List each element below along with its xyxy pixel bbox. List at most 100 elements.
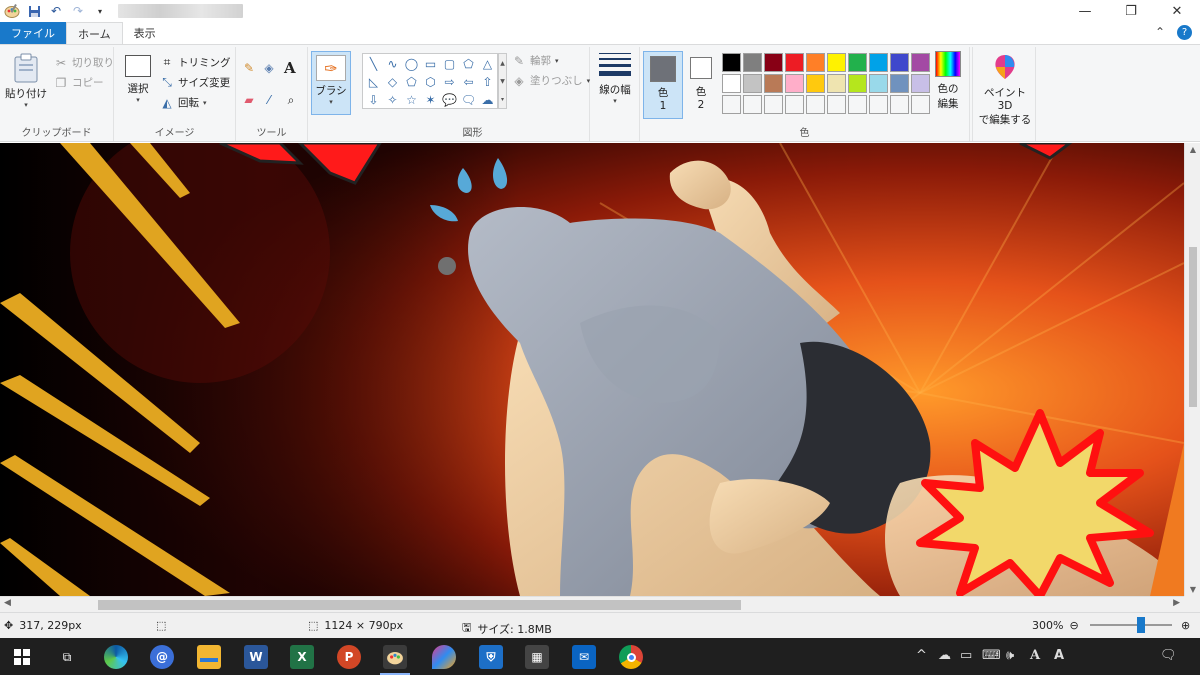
- shape-option[interactable]: 💬: [440, 91, 459, 109]
- edge-icon[interactable]: [104, 645, 128, 669]
- shape-option[interactable]: ✶: [421, 91, 440, 109]
- shape-option[interactable]: ⇧: [478, 73, 497, 91]
- shape-option[interactable]: ☆: [402, 91, 421, 109]
- fill-tool[interactable]: ◈: [262, 61, 276, 75]
- defender-icon[interactable]: ⛨: [479, 645, 503, 669]
- word-icon[interactable]: W: [244, 645, 268, 669]
- excel-icon[interactable]: X: [290, 645, 314, 669]
- volume-icon[interactable]: 🕪: [1006, 648, 1014, 663]
- shape-option[interactable]: ◺: [364, 73, 383, 91]
- shape-option[interactable]: ✧: [383, 91, 402, 109]
- zoom-out-icon[interactable]: ⊖: [1069, 619, 1078, 632]
- ribbon-tabs: ファイル ホーム 表示 ⌃ ?: [0, 22, 1200, 44]
- adobe-icon[interactable]: A: [1054, 648, 1064, 663]
- cut-button[interactable]: ✂ 切り取り: [54, 55, 114, 70]
- mail-menu-icon[interactable]: @: [150, 645, 174, 669]
- file-explorer-icon[interactable]: [197, 645, 221, 669]
- shape-option[interactable]: ∿: [383, 55, 402, 73]
- shape-option[interactable]: △: [478, 55, 497, 73]
- line-width-dropdown-icon: ▾: [613, 97, 617, 105]
- fill-label: 塗りつぶし: [530, 75, 583, 87]
- horizontal-scrollbar[interactable]: ◀ ▶: [0, 596, 1184, 612]
- tab-home[interactable]: ホーム: [66, 22, 123, 44]
- scroll-left-icon[interactable]: ◀: [4, 598, 11, 608]
- shape-option[interactable]: ⇦: [459, 73, 478, 91]
- copy-button[interactable]: ❐ コピー: [54, 75, 104, 90]
- chrome-icon[interactable]: [619, 645, 643, 669]
- text-tool[interactable]: A: [284, 59, 296, 77]
- paste-button[interactable]: 貼り付け ▾: [4, 53, 48, 109]
- shape-option[interactable]: ⬠: [402, 73, 421, 91]
- windows-start-icon[interactable]: [10, 645, 34, 669]
- outline-button[interactable]: ✎ 輪郭 ▾: [512, 53, 559, 68]
- network-icon[interactable]: ⌨: [982, 648, 1001, 663]
- onedrive-icon[interactable]: ☁: [938, 648, 951, 663]
- battery-icon[interactable]: ▭: [960, 648, 972, 663]
- line-width-button[interactable]: 線の幅 ▾: [594, 53, 636, 105]
- shape-option[interactable]: ▭: [421, 55, 440, 73]
- brushes-button[interactable]: ✑ ブラシ ▾: [311, 51, 351, 115]
- drawing-canvas[interactable]: [0, 143, 1184, 596]
- minimize-button[interactable]: —: [1062, 0, 1108, 22]
- notification-icon[interactable]: 🗨: [1160, 648, 1177, 663]
- redo-icon[interactable]: ↷: [70, 3, 86, 19]
- shape-option[interactable]: ☁: [478, 91, 497, 109]
- shape-option[interactable]: ⇩: [364, 91, 383, 109]
- ime-icon[interactable]: A: [1030, 648, 1040, 663]
- powerpoint-icon[interactable]: P: [337, 645, 361, 669]
- paint-app-icon[interactable]: [4, 3, 20, 19]
- vertical-scroll-thumb[interactable]: [1189, 247, 1197, 407]
- shape-option[interactable]: ╲: [364, 55, 383, 73]
- shapes-gallery: ╲ ∿ ◯ ▭ ▢ ⬠ △ ◺ ◇ ⬠ ⬡ ⇨ ⇦ ⇧ ⇩ ✧ ☆ ✶ 💬 🗨 ☁: [362, 53, 498, 109]
- mail-icon[interactable]: ✉: [572, 645, 596, 669]
- shape-option[interactable]: ▢: [440, 55, 459, 73]
- tab-view[interactable]: 表示: [123, 22, 167, 44]
- scroll-down-icon[interactable]: ▼: [1185, 585, 1200, 594]
- paste-label: 貼り付け: [5, 88, 47, 100]
- brushes-label: ブラシ: [315, 85, 347, 97]
- select-button[interactable]: 選択 ▾: [120, 55, 156, 104]
- color-spectrum-icon: [935, 51, 961, 77]
- shape-option[interactable]: ⇨: [440, 73, 459, 91]
- magnifier-tool[interactable]: ⌕: [284, 93, 298, 107]
- eraser-tool[interactable]: ▰: [242, 93, 256, 107]
- shapes-gallery-scroll[interactable]: ▲ ▼ ▾: [498, 53, 507, 109]
- qat-dropdown-icon[interactable]: ▾: [92, 3, 108, 19]
- shape-option[interactable]: 🗨: [459, 91, 478, 109]
- save-icon[interactable]: [26, 3, 42, 19]
- undo-icon[interactable]: ↶: [48, 3, 64, 19]
- crop-button[interactable]: ⌗ トリミング: [160, 55, 231, 70]
- maximize-button[interactable]: ❐: [1108, 0, 1154, 22]
- color-picker-tool[interactable]: ⁄: [262, 93, 276, 107]
- shape-option[interactable]: ⬠: [459, 55, 478, 73]
- image-dimensions: 1124 × 790px: [324, 619, 404, 632]
- tray-overflow-icon[interactable]: ^: [916, 648, 927, 663]
- scroll-right-icon[interactable]: ▶: [1173, 598, 1180, 608]
- fill-button[interactable]: ◈ 塗りつぶし ▾: [512, 73, 590, 88]
- help-icon[interactable]: ?: [1177, 25, 1192, 40]
- crop-label: トリミング: [178, 57, 231, 69]
- clipboard-icon: [14, 53, 38, 83]
- shape-option[interactable]: ◇: [383, 73, 402, 91]
- vertical-scrollbar[interactable]: ▲ ▼: [1184, 143, 1200, 596]
- collapse-ribbon-icon[interactable]: ⌃: [1155, 25, 1165, 40]
- horizontal-scroll-thumb[interactable]: [98, 600, 741, 610]
- edit-colors-button[interactable]: 色の 編集: [928, 51, 968, 111]
- resize-button[interactable]: ⤡ サイズ変更: [160, 75, 230, 90]
- close-button[interactable]: ✕: [1154, 0, 1200, 22]
- tab-file[interactable]: ファイル: [0, 22, 66, 44]
- zoom-slider-track[interactable]: [1090, 624, 1172, 626]
- paint3d-taskbar-icon[interactable]: [432, 645, 456, 669]
- rotate-button[interactable]: ◭ 回転 ▾: [160, 95, 206, 110]
- shape-option[interactable]: ⬡: [421, 73, 440, 91]
- zoom-slider-thumb[interactable]: [1137, 617, 1145, 633]
- shape-option[interactable]: ◯: [402, 55, 421, 73]
- scroll-up-icon[interactable]: ▲: [1185, 145, 1200, 154]
- zoom-in-icon[interactable]: ⊕: [1181, 619, 1190, 632]
- quick-access-toolbar: ↶ ↷ ▾: [0, 3, 108, 19]
- calculator-icon[interactable]: ▦: [525, 645, 549, 669]
- paint-taskbar-icon[interactable]: [383, 645, 407, 669]
- edit-with-paint3d-button[interactable]: ペイント 3D で編集する: [975, 53, 1035, 127]
- task-view-icon[interactable]: ⧉: [55, 645, 79, 669]
- pencil-tool[interactable]: ✎: [242, 61, 256, 75]
